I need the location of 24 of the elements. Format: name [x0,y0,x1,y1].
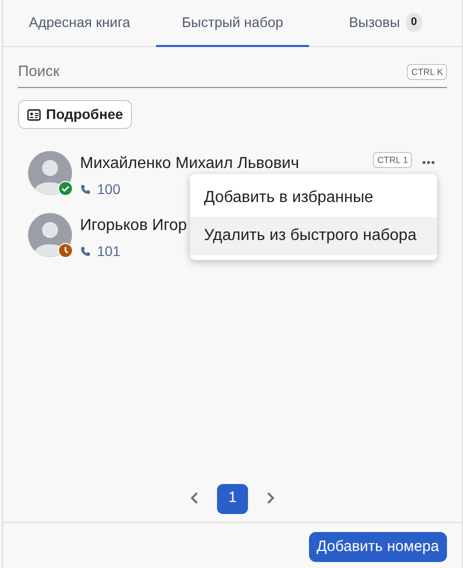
shortcut-hint: CTRL K [407,64,447,80]
contact-name: Игорьков Игор [80,216,187,236]
details-button[interactable]: Подробнее [18,100,132,129]
add-numbers-button[interactable]: Добавить номера [308,532,447,562]
phone-icon [80,184,91,195]
search-field[interactable]: Поиск [18,60,408,84]
phone-number: 101 [97,242,120,261]
chevron-icon [266,491,275,506]
phone-number: 100 [97,180,120,199]
menu-item[interactable]: Добавить в избранные [190,179,437,217]
tab[interactable]: Адресная книга [3,0,156,47]
contact-card-icon [27,108,41,120]
tab[interactable]: Быстрый набор [156,0,309,47]
menu-item[interactable]: Удалить из быстрого набора [190,217,437,255]
count-badge: 0 [406,13,422,32]
tab[interactable]: Вызовы 0 [309,0,462,47]
chevron-icon [190,491,199,506]
avatar [28,213,72,257]
avatar [28,151,72,195]
page-button[interactable]: 1 [217,484,248,514]
contact-name: Михайленко Михаил Львович [80,154,300,174]
ellipsis-icon [422,161,435,164]
phone-icon [80,246,91,257]
shortcut-hint: CTRL 1 [373,152,412,168]
